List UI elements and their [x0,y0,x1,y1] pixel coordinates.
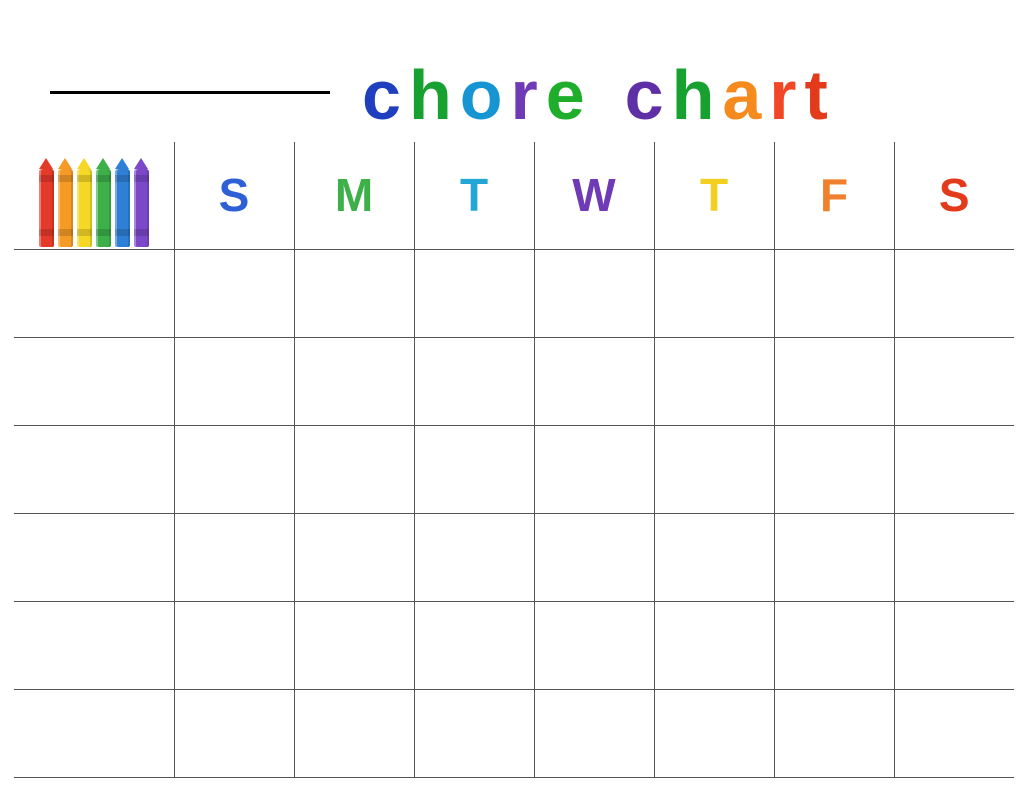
chore-cell[interactable] [294,425,414,513]
chore-cell[interactable] [654,513,774,601]
table-row [14,601,1014,689]
chore-cell[interactable] [774,337,894,425]
day-header-wednesday: W [534,142,654,249]
chore-cell[interactable] [654,689,774,777]
chore-cell[interactable] [294,689,414,777]
chore-label-cell[interactable] [14,601,174,689]
title-letter: e [546,60,589,130]
header: c h o r e c h a r t [0,0,1024,130]
chore-cell[interactable] [534,249,654,337]
chore-cell[interactable] [414,337,534,425]
title-letter: a [722,60,765,130]
chore-cell[interactable] [774,689,894,777]
name-input-line[interactable] [50,54,330,94]
day-header-thursday: T [654,142,774,249]
chore-cell[interactable] [294,601,414,689]
crayons-cell [14,142,174,249]
chore-cell[interactable] [414,601,534,689]
crayon-red-icon [39,169,54,247]
crayons-icon [14,142,174,249]
chore-cell[interactable] [774,601,894,689]
chore-label-cell[interactable] [14,425,174,513]
chore-cell[interactable] [894,601,1014,689]
chore-cell[interactable] [174,425,294,513]
crayon-yellow-icon [77,169,92,247]
chore-cell[interactable] [294,337,414,425]
chore-cell[interactable] [774,425,894,513]
day-header-friday: F [774,142,894,249]
chore-table: S M T W T F S [14,142,1014,778]
table-row [14,249,1014,337]
table-row [14,337,1014,425]
chore-label-cell[interactable] [14,513,174,601]
chore-cell[interactable] [414,513,534,601]
chore-cell[interactable] [894,249,1014,337]
chore-cell[interactable] [534,601,654,689]
chore-cell[interactable] [654,249,774,337]
chore-cell[interactable] [294,513,414,601]
title-letter: c [625,60,668,130]
chore-cell[interactable] [534,689,654,777]
chore-cell[interactable] [654,425,774,513]
table-body [14,249,1014,777]
chore-cell[interactable] [774,513,894,601]
chore-label-cell[interactable] [14,337,174,425]
chore-cell[interactable] [174,337,294,425]
chore-cell[interactable] [174,601,294,689]
title-letter: c [362,60,405,130]
crayon-green-icon [96,169,111,247]
chore-cell[interactable] [294,249,414,337]
table-row [14,513,1014,601]
page-title: c h o r e c h a r t [360,60,834,130]
title-letter: h [672,60,719,130]
title-letter: r [769,60,800,130]
crayon-orange-icon [58,169,73,247]
chore-cell[interactable] [414,689,534,777]
table-header-row: S M T W T F S [14,142,1014,249]
chore-cell[interactable] [894,513,1014,601]
chore-cell[interactable] [894,689,1014,777]
title-letter: t [805,60,832,130]
chore-cell[interactable] [534,337,654,425]
chore-cell[interactable] [174,513,294,601]
day-header-saturday: S [894,142,1014,249]
table-row [14,425,1014,513]
chore-cell[interactable] [654,337,774,425]
chore-cell[interactable] [534,513,654,601]
chore-cell[interactable] [174,249,294,337]
chore-cell[interactable] [654,601,774,689]
chore-cell[interactable] [414,425,534,513]
day-header-monday: M [294,142,414,249]
chore-cell[interactable] [894,337,1014,425]
table-row [14,689,1014,777]
chore-label-cell[interactable] [14,689,174,777]
chore-cell[interactable] [894,425,1014,513]
day-header-sunday: S [174,142,294,249]
crayon-purple-icon [134,169,149,247]
title-letter: o [460,60,507,130]
day-header-tuesday: T [414,142,534,249]
chore-cell[interactable] [414,249,534,337]
chore-cell[interactable] [174,689,294,777]
title-letter: h [409,60,456,130]
chore-cell[interactable] [774,249,894,337]
title-letter: r [510,60,541,130]
chore-label-cell[interactable] [14,249,174,337]
chore-cell[interactable] [534,425,654,513]
crayon-blue-icon [115,169,130,247]
chore-table-wrap: S M T W T F S [14,142,1014,771]
